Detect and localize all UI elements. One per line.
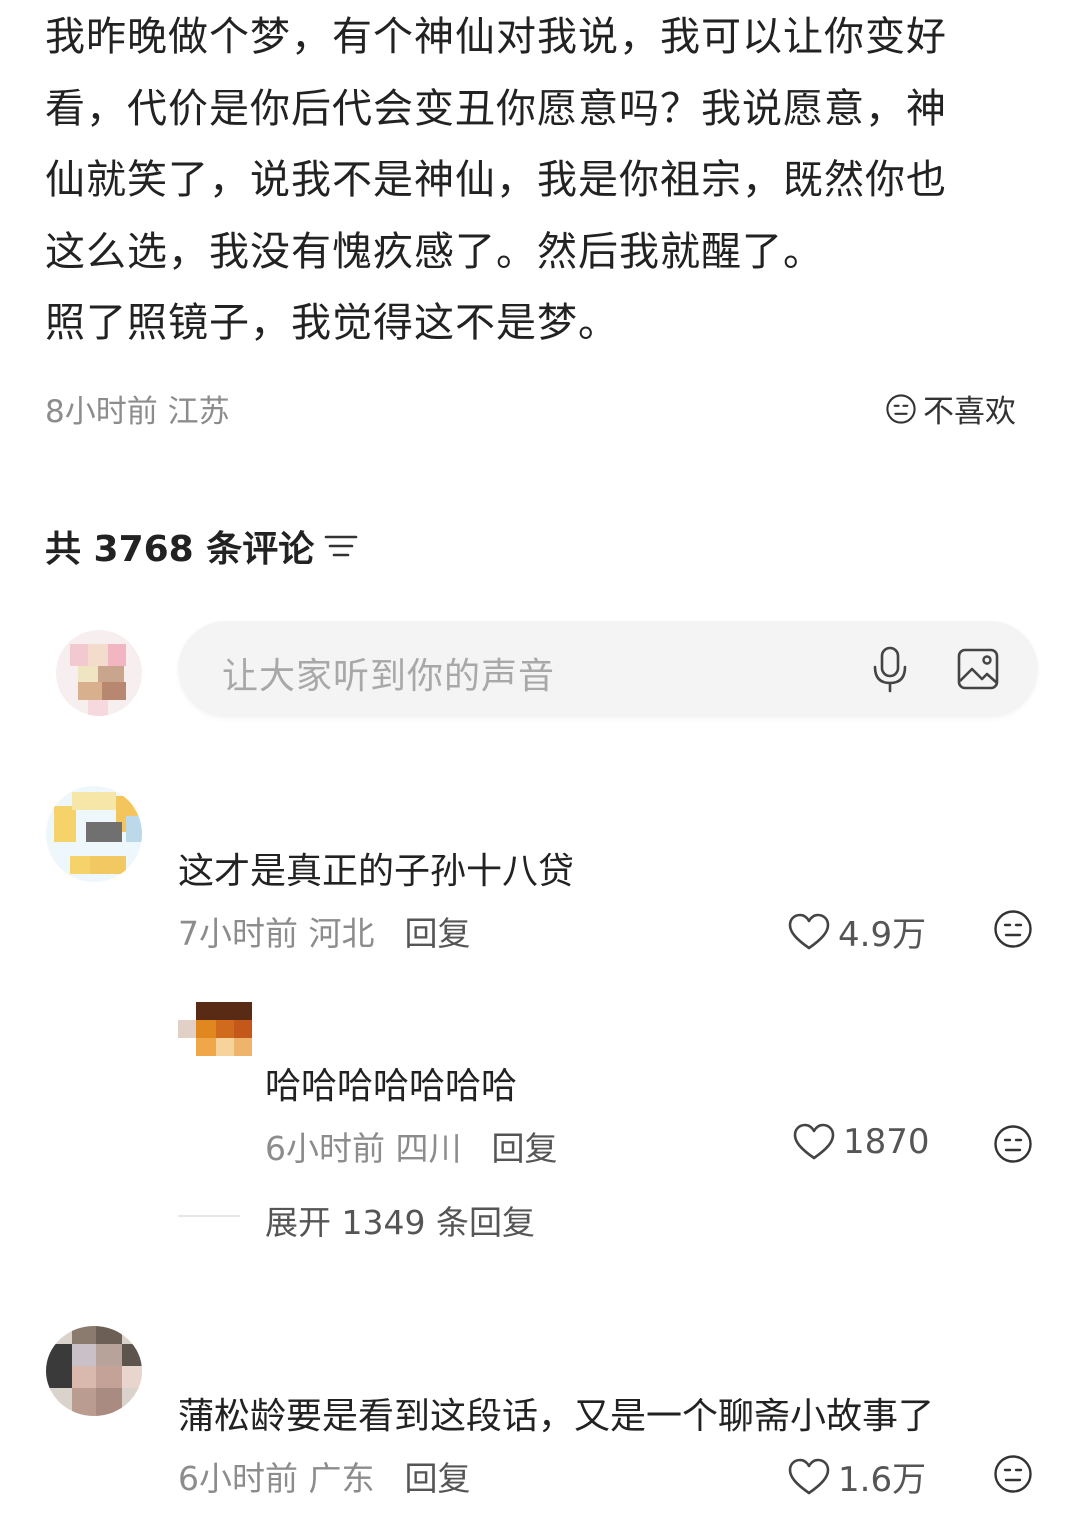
comment-count-header: 共 3768 条评论 <box>45 520 358 572</box>
reply-button[interactable]: 回复 <box>492 1122 558 1170</box>
like-count: 4.9万 <box>838 915 927 955</box>
post-line: 看，代价是你后代会变丑你愿意吗？我说愿意，神 <box>45 85 947 132</box>
comment-meta: 6小时前 广东 回复 <box>178 1452 471 1500</box>
comment-count: 共 3768 条评论 <box>45 529 315 570</box>
image-icon[interactable] <box>956 647 1000 691</box>
dislike-button[interactable]: 不喜欢 <box>885 386 1016 431</box>
neutral-face-icon[interactable] <box>993 1454 1033 1494</box>
commenter-avatar[interactable] <box>46 786 142 882</box>
neutral-face-icon[interactable] <box>993 909 1033 949</box>
comment-time-location: 7小时前 河北 <box>178 914 375 953</box>
reply-time-location: 6小时前 四川 <box>265 1129 462 1168</box>
neutral-face-icon <box>886 393 916 424</box>
microphone-icon[interactable] <box>870 645 910 693</box>
reply-text: 哈哈哈哈哈哈哈 <box>265 1066 518 1107</box>
post-line: 我昨晚做个梦，有个神仙对我说，我可以让你变好 <box>45 14 947 60</box>
comment-time-location: 6小时前 广东 <box>178 1459 375 1498</box>
reply-button[interactable]: 回复 <box>405 907 471 955</box>
reply-avatar[interactable] <box>178 1002 252 1056</box>
like-button[interactable]: 1.6万 <box>788 1452 926 1501</box>
heart-outline-icon <box>788 913 830 949</box>
expand-divider <box>178 1215 240 1217</box>
like-button[interactable]: 4.9万 <box>788 907 926 956</box>
post-line: 照了照镜子，我觉得这不是梦。 <box>45 300 619 346</box>
comment-meta: 7小时前 河北 回复 <box>178 907 471 955</box>
post-line: 仙就笑了，说我不是神仙，我是你祖宗，既然你也 <box>45 157 947 203</box>
comment-input[interactable]: 让大家听到你的声音 <box>178 621 1038 717</box>
expand-replies-button[interactable]: 展开 1349 条回复 <box>265 1196 535 1244</box>
commenter-avatar[interactable] <box>46 1326 142 1416</box>
comment-input-placeholder: 让大家听到你的声音 <box>222 656 556 697</box>
like-count: 1870 <box>843 1122 930 1162</box>
neutral-face-icon[interactable] <box>993 1124 1033 1164</box>
current-user-avatar <box>56 630 142 716</box>
reply-button[interactable]: 回复 <box>405 1452 471 1500</box>
comment-text: 蒲松龄要是看到这段话，又是一个聊斋小故事了 <box>178 1396 935 1437</box>
post-line: 这么选，我没有愧疚感了。然后我就醒了。 <box>45 228 824 275</box>
reply-meta: 6小时前 四川 回复 <box>265 1122 558 1170</box>
heart-outline-icon <box>788 1458 830 1494</box>
post-content: 我昨晚做个梦，有个神仙对我说，我可以让你变好 看，代价是你后代会变丑你愿意吗？我… <box>45 2 1035 360</box>
sort-lines-icon[interactable] <box>324 532 358 560</box>
post-time-location: 8小时前 江苏 <box>45 394 230 430</box>
dislike-label: 不喜欢 <box>923 394 1016 430</box>
like-count: 1.6万 <box>838 1460 927 1500</box>
comment-text: 这才是真正的子孙十八贷 <box>178 851 575 892</box>
like-button[interactable]: 1870 <box>793 1122 930 1162</box>
heart-outline-icon <box>793 1123 835 1160</box>
